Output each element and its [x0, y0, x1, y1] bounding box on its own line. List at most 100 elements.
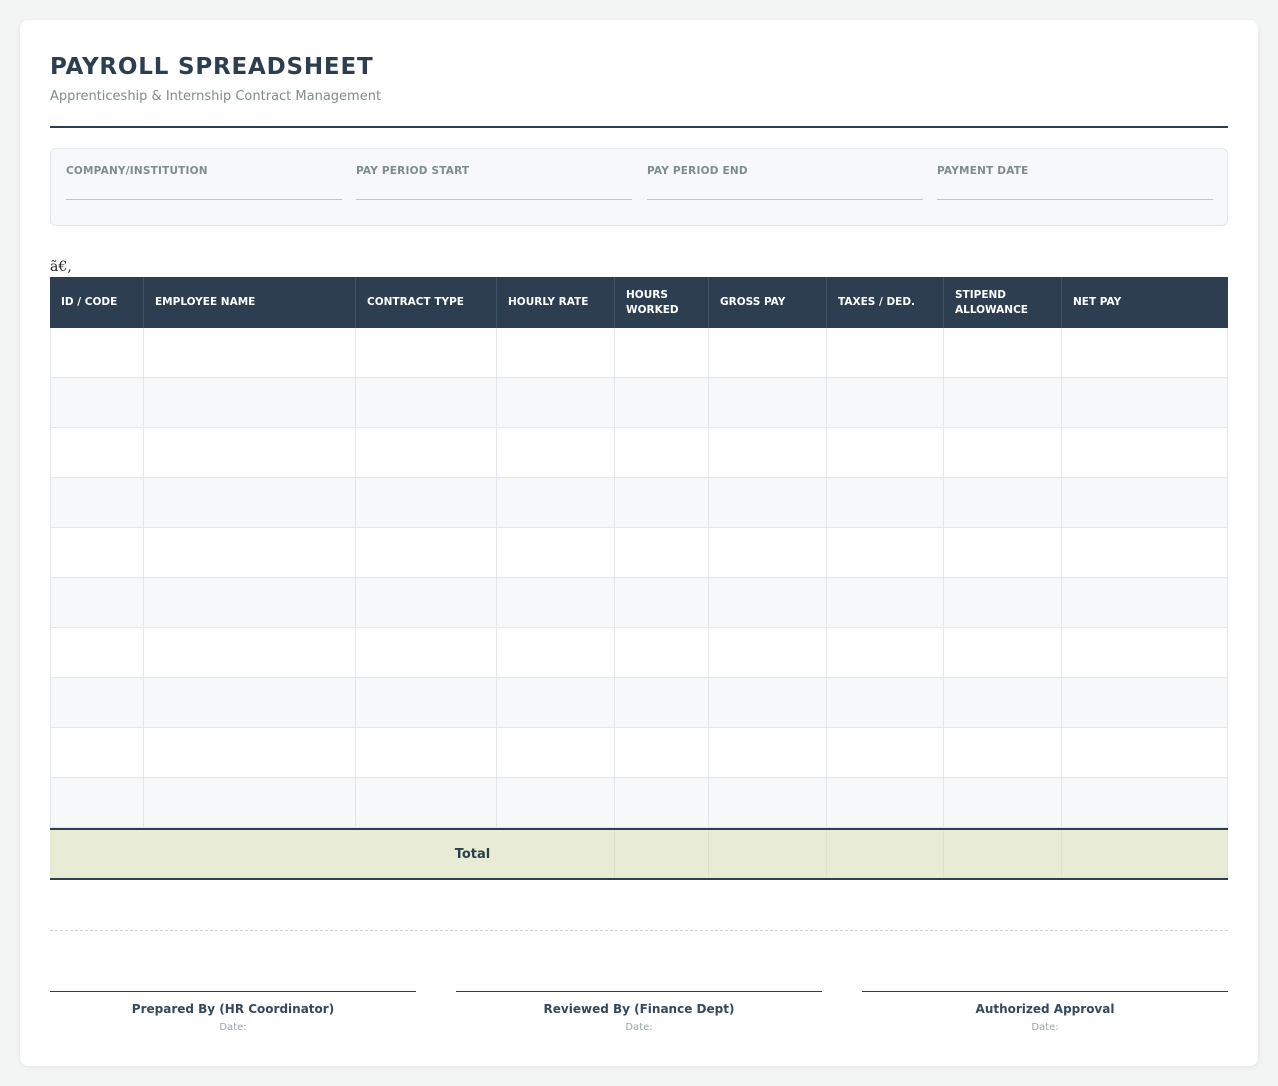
table-cell[interactable] [944, 678, 1062, 728]
table-cell[interactable] [827, 528, 944, 578]
table-cell[interactable] [709, 678, 827, 728]
table-cell[interactable] [615, 578, 709, 628]
table-cell[interactable] [1062, 378, 1228, 428]
payment-date-input-line[interactable] [937, 199, 1213, 200]
table-cell[interactable] [50, 328, 144, 378]
table-cell[interactable] [50, 528, 144, 578]
table-cell[interactable] [144, 328, 356, 378]
table-cell[interactable] [827, 778, 944, 828]
table-cell[interactable] [827, 378, 944, 428]
table-cell[interactable] [50, 778, 144, 828]
table-cell[interactable] [144, 678, 356, 728]
table-cell[interactable] [709, 328, 827, 378]
table-cell[interactable] [356, 678, 497, 728]
table-cell[interactable] [497, 528, 615, 578]
table-cell[interactable] [497, 328, 615, 378]
table-cell[interactable] [1062, 428, 1228, 478]
table-cell[interactable] [709, 778, 827, 828]
table-cell[interactable] [827, 728, 944, 778]
table-cell[interactable] [709, 728, 827, 778]
signature-line[interactable] [862, 991, 1228, 992]
table-cell[interactable] [497, 778, 615, 828]
table-cell[interactable] [944, 728, 1062, 778]
table-cell[interactable] [356, 478, 497, 528]
table-cell[interactable] [497, 378, 615, 428]
signature-line[interactable] [50, 991, 416, 992]
table-cell[interactable] [827, 478, 944, 528]
table-cell[interactable] [356, 628, 497, 678]
table-cell[interactable] [144, 778, 356, 828]
signature-line[interactable] [456, 991, 822, 992]
table-cell[interactable] [50, 678, 144, 728]
table-cell[interactable] [144, 728, 356, 778]
table-cell[interactable] [1062, 728, 1228, 778]
table-cell[interactable] [356, 328, 497, 378]
table-cell[interactable] [50, 578, 144, 628]
table-cell[interactable] [944, 628, 1062, 678]
table-cell[interactable] [144, 528, 356, 578]
table-cell[interactable] [944, 328, 1062, 378]
table-cell[interactable] [50, 378, 144, 428]
table-cell[interactable] [144, 628, 356, 678]
total-cell[interactable] [827, 830, 944, 878]
table-cell[interactable] [144, 478, 356, 528]
table-cell[interactable] [50, 628, 144, 678]
table-cell[interactable] [144, 428, 356, 478]
table-cell[interactable] [615, 778, 709, 828]
table-cell[interactable] [709, 378, 827, 428]
table-cell[interactable] [356, 778, 497, 828]
company-input-line[interactable] [66, 199, 342, 200]
table-cell[interactable] [827, 678, 944, 728]
table-cell[interactable] [615, 428, 709, 478]
table-cell[interactable] [356, 378, 497, 428]
table-cell[interactable] [497, 628, 615, 678]
table-cell[interactable] [497, 678, 615, 728]
table-cell[interactable] [1062, 678, 1228, 728]
table-cell[interactable] [497, 728, 615, 778]
table-cell[interactable] [615, 478, 709, 528]
total-cell[interactable] [709, 830, 827, 878]
table-cell[interactable] [1062, 628, 1228, 678]
table-cell[interactable] [709, 528, 827, 578]
table-cell[interactable] [50, 728, 144, 778]
table-cell[interactable] [944, 428, 1062, 478]
total-cell[interactable] [1062, 830, 1228, 878]
table-cell[interactable] [944, 778, 1062, 828]
table-cell[interactable] [709, 628, 827, 678]
pay-period-end-input-line[interactable] [647, 199, 923, 200]
table-cell[interactable] [50, 478, 144, 528]
table-cell[interactable] [50, 428, 144, 478]
table-cell[interactable] [497, 478, 615, 528]
table-cell[interactable] [356, 528, 497, 578]
table-cell[interactable] [615, 728, 709, 778]
table-cell[interactable] [356, 428, 497, 478]
table-cell[interactable] [1062, 778, 1228, 828]
total-cell[interactable] [497, 830, 615, 878]
table-cell[interactable] [1062, 478, 1228, 528]
total-cell[interactable] [615, 830, 709, 878]
total-cell[interactable] [944, 830, 1062, 878]
table-cell[interactable] [709, 428, 827, 478]
table-cell[interactable] [827, 428, 944, 478]
table-cell[interactable] [615, 328, 709, 378]
table-cell[interactable] [1062, 578, 1228, 628]
table-cell[interactable] [827, 578, 944, 628]
payment-date-field[interactable]: PAYMENT DATE [937, 165, 1213, 200]
table-cell[interactable] [144, 578, 356, 628]
table-cell[interactable] [1062, 528, 1228, 578]
table-cell[interactable] [944, 478, 1062, 528]
table-cell[interactable] [615, 528, 709, 578]
table-cell[interactable] [944, 378, 1062, 428]
pay-period-start-field[interactable]: PAY PERIOD START [356, 165, 632, 200]
pay-period-start-input-line[interactable] [356, 199, 632, 200]
table-cell[interactable] [709, 478, 827, 528]
table-cell[interactable] [944, 578, 1062, 628]
table-cell[interactable] [497, 428, 615, 478]
table-cell[interactable] [144, 378, 356, 428]
table-cell[interactable] [827, 328, 944, 378]
table-cell[interactable] [709, 578, 827, 628]
table-cell[interactable] [615, 678, 709, 728]
table-cell[interactable] [944, 528, 1062, 578]
table-cell[interactable] [497, 578, 615, 628]
table-cell[interactable] [356, 578, 497, 628]
